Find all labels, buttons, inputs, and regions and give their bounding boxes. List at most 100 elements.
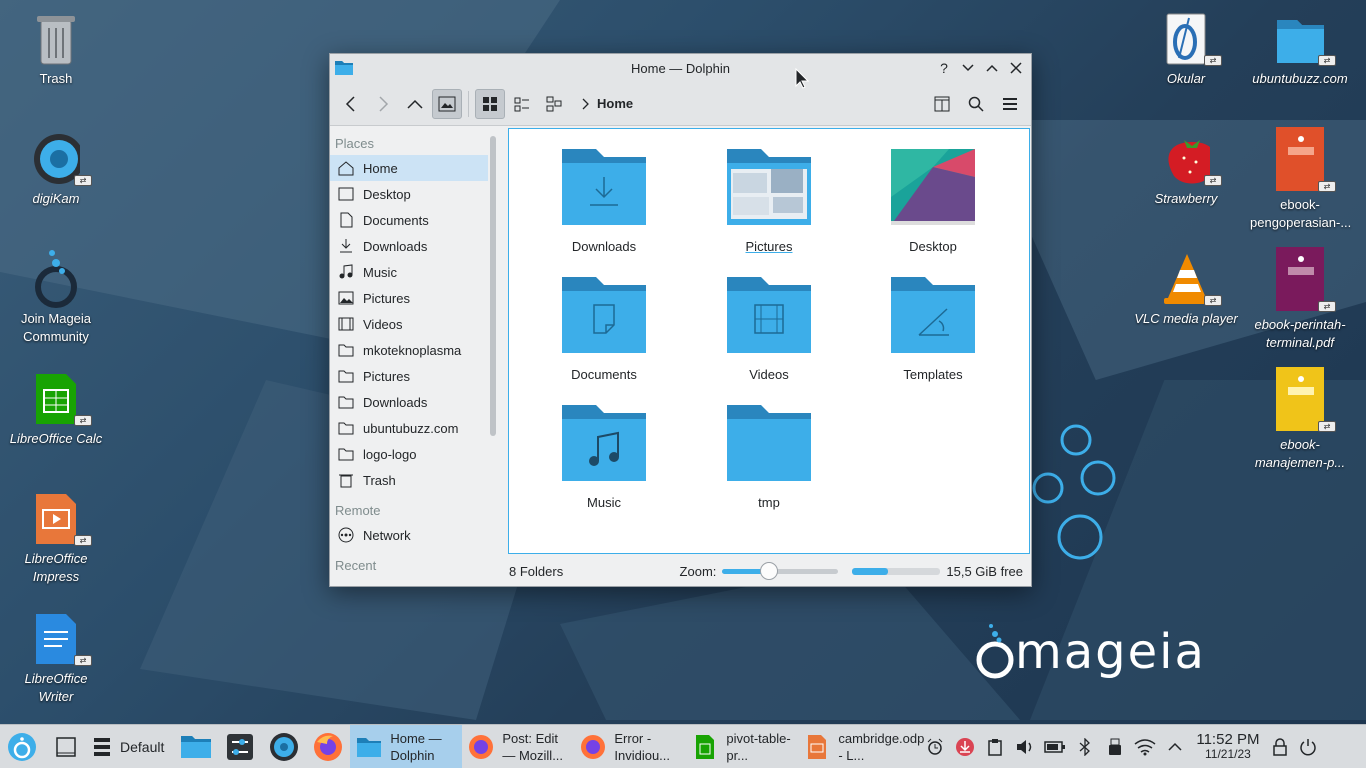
search-button[interactable] [961, 89, 991, 119]
task-dolphin[interactable]: Home — Dolphin [350, 724, 463, 768]
desktop-icon-strawberry[interactable]: ⇄ Strawberry [1136, 132, 1236, 208]
volume-icon[interactable] [1012, 734, 1038, 760]
folder-item-videos[interactable]: Videos [694, 275, 844, 382]
folder-item-documents[interactable]: Documents [529, 275, 679, 382]
task-calc-pivot[interactable]: pivot-table-pr... [686, 725, 798, 768]
zoom-slider-handle[interactable] [759, 561, 778, 580]
desktop-icon-libreoffice-calc[interactable]: ⇄ LibreOffice Calc [6, 372, 106, 448]
mageia-logo: mageia [975, 620, 1206, 680]
place-mkoteknoplasma[interactable]: mkoteknoplasma [330, 337, 488, 363]
folder-item-pictures[interactable]: Pictures [694, 147, 844, 254]
lock-screen-icon[interactable] [1267, 734, 1293, 760]
clipboard-icon[interactable] [982, 734, 1008, 760]
desktop-icon-vlc[interactable]: ⇄ VLC media player [1134, 252, 1238, 328]
place-music[interactable]: Music [330, 259, 488, 285]
clock-time: 11:52 PM [1196, 730, 1260, 748]
digital-clock[interactable]: 11:52 PM 11/21/23 [1196, 732, 1259, 762]
launcher-firefox[interactable] [306, 725, 350, 768]
menu-button[interactable] [995, 89, 1025, 119]
task-firefox-error[interactable]: Error - Invidiou... [574, 725, 686, 768]
desktop-icon-trash[interactable]: Trash [6, 12, 106, 88]
split-view-button[interactable] [927, 89, 957, 119]
desktop-icon-label: LibreOffice Impress [24, 551, 88, 584]
folder-label: tmp [758, 495, 780, 510]
update-notifier-icon[interactable] [952, 734, 978, 760]
back-arrow-icon [345, 95, 355, 112]
folder-item-tmp[interactable]: tmp [694, 403, 844, 510]
task-label: Error - Invidiou... [614, 730, 671, 763]
file-view[interactable]: Downloads Pictures Desktop Documents Vid… [508, 128, 1030, 554]
place-videos[interactable]: Videos [330, 311, 488, 337]
folder-item-templates[interactable]: Templates [858, 275, 1008, 382]
place-network[interactable]: Network [330, 522, 488, 548]
desktop-icon-libreoffice-impress[interactable]: ⇄ LibreOffice Impress [6, 492, 106, 586]
place-label: mkoteknoplasma [363, 342, 462, 358]
folder-icon [338, 394, 354, 410]
minimize-button[interactable] [957, 57, 979, 79]
desktop-icon-join-mageia[interactable]: Join Mageia Community [6, 250, 106, 346]
desktop-icon-digikam[interactable]: ⇄ digiKam [6, 132, 106, 208]
link-badge-icon: ⇄ [1318, 421, 1336, 432]
place-pictures[interactable]: Pictures [330, 285, 488, 311]
desktop-icon [338, 186, 354, 202]
desktop-icon-ebook-pengoperasian[interactable]: ⇄ ebook-pengoperasian-... [1250, 126, 1351, 232]
place-label: Network [363, 527, 411, 543]
desktop-icon-ebook-manajemen[interactable]: ⇄ ebook-manajemen-p... [1250, 366, 1350, 472]
launcher-digikam[interactable] [262, 725, 306, 768]
desktop-icon-okular[interactable]: ⇄ Okular [1136, 12, 1236, 88]
search-icon [968, 96, 984, 112]
breadcrumb-current[interactable]: Home [597, 96, 633, 111]
pdf-thumbnail-icon [1276, 127, 1324, 191]
up-button[interactable] [400, 89, 430, 119]
app-launcher-button[interactable] [0, 725, 44, 768]
alarm-clock-icon[interactable] [922, 734, 948, 760]
battery-icon[interactable] [1042, 734, 1068, 760]
maximize-button[interactable] [981, 57, 1003, 79]
dolphin-app-icon [335, 61, 353, 75]
chevron-down-icon [962, 64, 974, 72]
desktop-icon-ebook-perintah-terminal[interactable]: ⇄ ebook-perintah-terminal.pdf [1250, 246, 1350, 352]
task-impress-cambridge[interactable]: cambridge.odp - L... [798, 725, 924, 768]
usb-device-icon[interactable] [1102, 734, 1128, 760]
show-desktop-button[interactable] [44, 725, 88, 768]
folder-item-downloads[interactable]: Downloads [529, 147, 679, 254]
zoom-slider[interactable] [722, 561, 839, 580]
place-downloads-folder[interactable]: Downloads [330, 389, 488, 415]
show-desktop-icon [56, 736, 76, 757]
place-documents[interactable]: Documents [330, 207, 488, 233]
place-ubuntubuzz[interactable]: ubuntubuzz.com [330, 415, 488, 441]
place-desktop[interactable]: Desktop [330, 181, 488, 207]
forward-button[interactable] [368, 89, 398, 119]
launcher-system-settings[interactable] [218, 725, 262, 768]
breadcrumb[interactable]: Home [581, 96, 633, 111]
launcher-dolphin[interactable] [174, 725, 218, 768]
place-label: Home [363, 160, 398, 176]
titlebar[interactable]: Home — Dolphin ? [330, 54, 1031, 82]
power-icon[interactable] [1293, 734, 1323, 760]
place-downloads[interactable]: Downloads [330, 233, 488, 259]
place-logo-logo[interactable]: logo-logo [330, 441, 488, 467]
compact-view-button[interactable] [507, 89, 537, 119]
place-home[interactable]: Home [330, 155, 488, 181]
tray-expand-chevron-up-icon[interactable] [1162, 734, 1188, 760]
task-label: Post: Edit — Mozill... [502, 730, 564, 763]
place-trash[interactable]: Trash [330, 467, 488, 493]
back-button[interactable] [336, 89, 366, 119]
icons-view-button[interactable] [475, 88, 505, 119]
folder-item-music[interactable]: Music [529, 403, 679, 510]
wifi-icon[interactable] [1132, 734, 1158, 760]
place-pictures-folder[interactable]: Pictures [330, 363, 488, 389]
folder-item-desktop[interactable]: Desktop [858, 147, 1008, 254]
task-firefox-post-edit[interactable]: Post: Edit — Mozill... [462, 725, 574, 768]
remote-header: Remote [335, 503, 381, 518]
pdf-thumbnail-icon [1276, 367, 1324, 431]
bluetooth-icon[interactable] [1072, 734, 1098, 760]
activity-switcher-button[interactable]: Default [88, 725, 168, 768]
help-button[interactable]: ? [933, 57, 955, 79]
desktop-icon-ubuntubuzz-folder[interactable]: ⇄ ubuntubuzz.com [1250, 12, 1350, 88]
places-scrollbar[interactable] [490, 136, 496, 436]
details-view-button[interactable] [539, 89, 569, 119]
close-button[interactable] [1005, 57, 1027, 79]
desktop-icon-libreoffice-writer[interactable]: ⇄ LibreOffice Writer [6, 612, 106, 706]
preview-toggle-button[interactable] [432, 88, 462, 119]
